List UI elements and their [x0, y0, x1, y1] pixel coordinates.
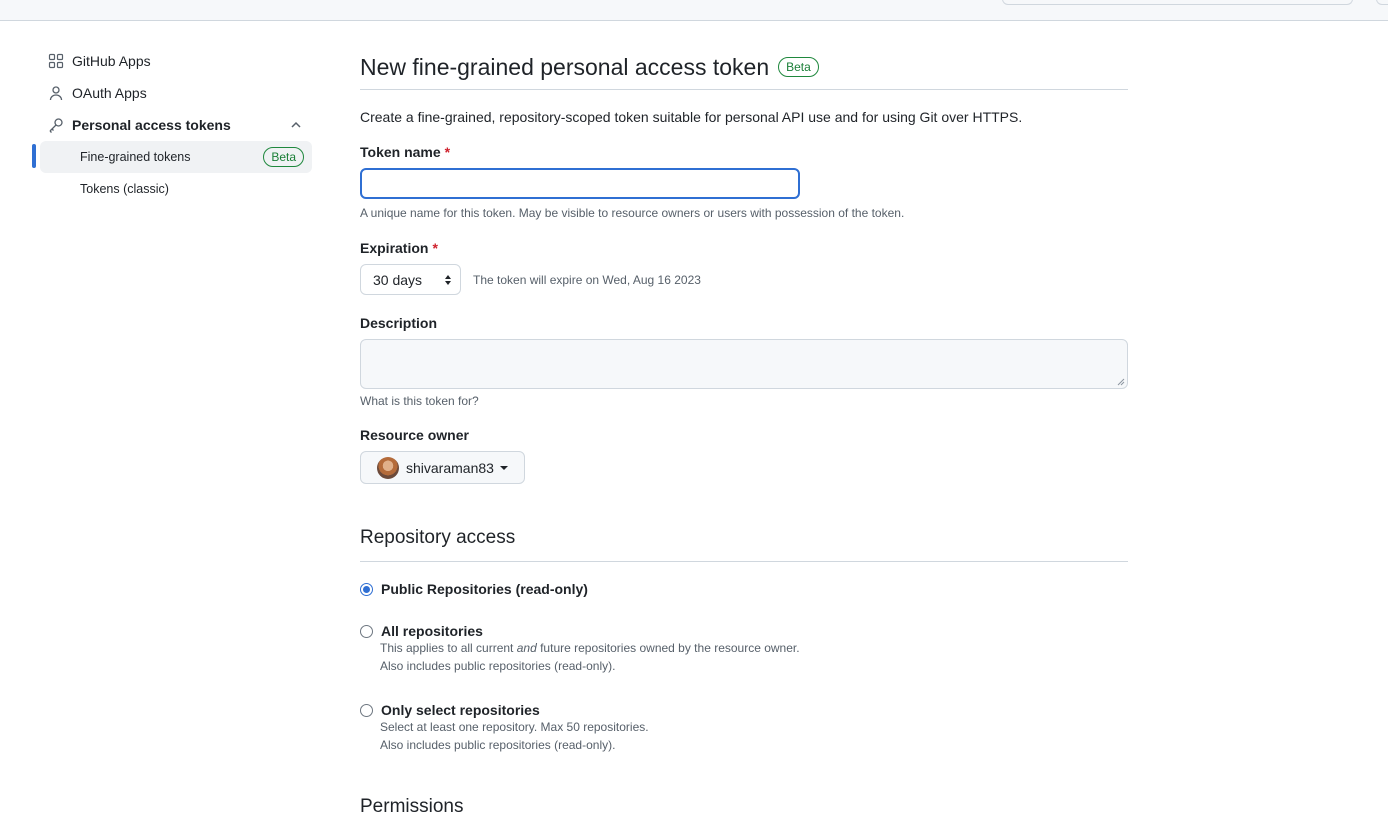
active-item-marker — [32, 144, 36, 168]
settings-sidebar: GitHub Apps OAuth Apps Personal access t… — [32, 45, 312, 205]
sidebar-item-label: Personal access tokens — [72, 117, 231, 133]
caret-down-icon — [499, 465, 508, 470]
radio-all-repositories-group: All repositories This applies to all cur… — [360, 623, 1128, 675]
radio-label: All repositories — [381, 623, 483, 639]
token-name-input[interactable] — [360, 168, 800, 199]
repository-access-title: Repository access — [360, 527, 1128, 562]
resource-owner-group: Resource owner shivaraman83 — [360, 427, 1128, 484]
expiration-note: The token will expire on Wed, Aug 16 202… — [473, 272, 701, 287]
radio-description: Also includes public repositories (read-… — [380, 659, 616, 673]
description-group: Description What is this token for? — [360, 315, 1128, 408]
radio-label: Only select repositories — [381, 702, 540, 718]
radio-button[interactable] — [360, 625, 373, 638]
sidebar-item-fine-grained-tokens[interactable]: Fine-grained tokens Beta — [32, 141, 312, 173]
expiration-label: Expiration — [360, 240, 429, 256]
beta-badge: Beta — [778, 57, 819, 77]
page-header: New fine-grained personal access token B… — [360, 45, 1128, 90]
expiration-group: Expiration * 30 days The token will expir… — [360, 240, 1128, 295]
resource-owner-dropdown[interactable]: shivaraman83 — [360, 451, 525, 484]
radio-description: This applies to all current and future r… — [380, 641, 800, 655]
radio-label: Public Repositories (read-only) — [381, 581, 588, 597]
radio-button-checked[interactable] — [360, 583, 373, 596]
sidebar-item-tokens-classic[interactable]: Tokens (classic) — [40, 173, 312, 205]
main-content: New fine-grained personal access token B… — [360, 45, 1128, 820]
beta-badge: Beta — [263, 147, 304, 167]
resource-owner-label: Resource owner — [360, 427, 469, 443]
avatar — [377, 456, 399, 479]
expiration-select[interactable]: 30 days — [360, 264, 461, 295]
person-icon — [48, 85, 64, 101]
top-bar — [0, 0, 1388, 21]
repository-access-section: Repository access Public Repositories (r… — [360, 527, 1128, 754]
description-note: What is this token for? — [360, 394, 479, 408]
sidebar-item-oauth-apps[interactable]: OAuth Apps — [32, 77, 312, 109]
required-asterisk: * — [444, 144, 451, 160]
permissions-title: Permissions — [360, 796, 464, 817]
top-bar-edge-control[interactable] — [1376, 0, 1388, 5]
radio-description: Also includes public repositories (read-… — [380, 738, 616, 752]
required-asterisk: * — [432, 240, 438, 256]
token-name-group: Token name * A unique name for this token… — [360, 144, 1128, 220]
token-name-label: Token name — [360, 144, 441, 160]
sidebar-item-personal-access-tokens[interactable]: Personal access tokens — [32, 109, 312, 141]
chevron-up-icon[interactable] — [288, 117, 304, 133]
sidebar-item-github-apps[interactable]: GitHub Apps — [32, 45, 312, 77]
expiration-selected-value: 30 days — [373, 271, 423, 288]
sidebar-item-label: GitHub Apps — [72, 53, 151, 69]
sidebar-item-label: Tokens (classic) — [80, 182, 169, 196]
description-label: Description — [360, 315, 438, 331]
key-icon — [48, 117, 64, 133]
search-input[interactable] — [1002, 0, 1353, 5]
page-title: New fine-grained personal access token — [360, 53, 770, 80]
apps-grid-icon — [48, 53, 64, 69]
radio-all-repositories[interactable]: All repositories — [360, 623, 1128, 639]
radio-only-select-repositories[interactable]: Only select repositories — [360, 702, 1128, 718]
sidebar-item-label: OAuth Apps — [72, 85, 147, 101]
resize-grip-icon[interactable] — [1117, 378, 1125, 386]
sidebar-item-label: Fine-grained tokens — [80, 150, 191, 164]
resource-owner-value: shivaraman83 — [406, 459, 494, 476]
token-name-note: A unique name for this token. May be vis… — [360, 206, 905, 220]
page-intro: Create a fine-grained, repository-scoped… — [360, 109, 1023, 125]
description-textarea[interactable] — [360, 339, 1128, 389]
radio-select-repositories-group: Only select repositories Select at least… — [360, 702, 1128, 754]
select-arrows-icon — [445, 275, 451, 285]
radio-description: Select at least one repository. Max 50 r… — [380, 720, 649, 734]
radio-button[interactable] — [360, 704, 373, 717]
radio-public-repositories[interactable]: Public Repositories (read-only) — [360, 581, 1128, 597]
